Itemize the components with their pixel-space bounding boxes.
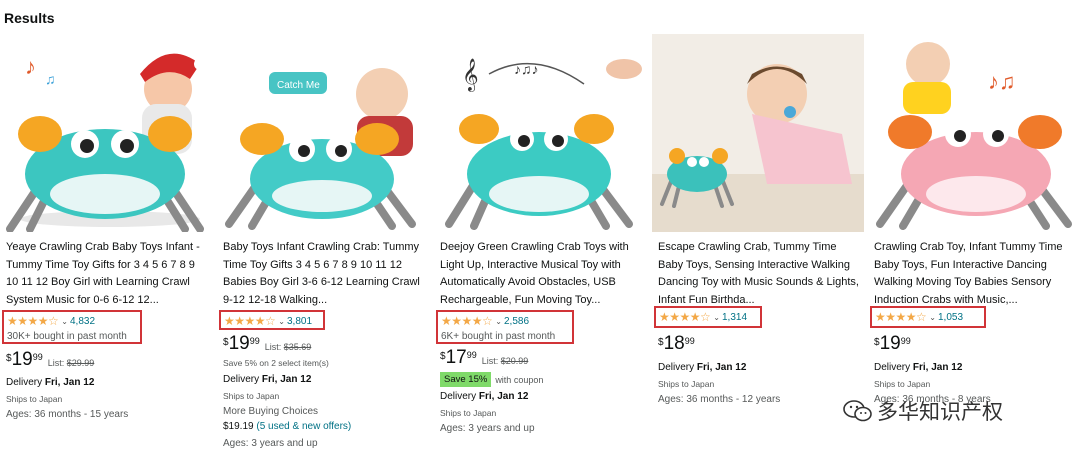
svg-text:𝄞: 𝄞	[462, 59, 479, 92]
price[interactable]: $ 17 99 List: $20.99	[440, 348, 528, 368]
product-card[interactable]: Escape Crawling Crab, Tummy Time Baby To…	[652, 34, 864, 461]
list-price: $35.69	[283, 342, 312, 352]
ships-to: Ships to Japan	[874, 379, 931, 389]
rating-highlight-box: ★★★★☆ ⌄ 2,586 6K+ bought in past month	[436, 310, 574, 344]
delivery-info: Delivery Fri, Jan 12	[6, 377, 95, 388]
watermark-text: 多华知识产权	[877, 400, 1003, 424]
ships-to: Ships to Japan	[6, 394, 63, 404]
product-title[interactable]: Baby Toys Infant Crawling Crab: Tummy Ti…	[223, 239, 427, 309]
product-image[interactable]: ♪ ♫	[0, 34, 212, 232]
list-price: $29.99	[66, 358, 95, 368]
age-range: Ages: 3 years and up	[440, 423, 535, 434]
rating-count-link[interactable]: 3,801	[287, 316, 312, 327]
age-range: Ages: 36 months - 15 years	[6, 409, 129, 420]
speech-bubble-text: Catch Me	[277, 80, 320, 91]
list-price: $20.99	[500, 356, 529, 366]
ships-to: Ships to Japan	[658, 379, 715, 389]
chevron-down-icon[interactable]: ⌄	[278, 317, 285, 326]
star-rating-icon[interactable]: ★★★★☆	[875, 310, 927, 324]
save-offer[interactable]: Save 5% on 2 select item(s)	[223, 358, 329, 368]
rating-count-link[interactable]: 1,314	[722, 312, 747, 323]
product-image[interactable]	[652, 34, 864, 232]
rating-highlight-box: ★★★★☆ ⌄ 1,053	[870, 306, 986, 328]
star-rating-icon[interactable]: ★★★★☆	[659, 310, 711, 324]
product-title[interactable]: Deejoy Green Crawling Crab Toys with Lig…	[440, 239, 644, 309]
age-range: Ages: 36 months - 12 years	[658, 394, 781, 405]
save-percent-badge[interactable]: Save 15%	[440, 372, 492, 387]
star-rating-icon[interactable]: ★★★★☆	[441, 314, 493, 328]
rating-highlight-box: ★★★★☆ ⌄ 4,832 30K+ bought in past month	[2, 310, 142, 344]
ships-to: Ships to Japan	[440, 408, 497, 418]
results-heading: Results	[4, 10, 55, 26]
age-range: Ages: 3 years and up	[223, 438, 318, 449]
rating-highlight-box: ★★★★☆ ⌄ 3,801	[219, 310, 325, 330]
product-title[interactable]: Yeaye Crawling Crab Baby Toys Infant - T…	[6, 239, 210, 309]
product-image[interactable]: Catch Me	[217, 34, 429, 232]
bought-in-past-month: 30K+ bought in past month	[7, 331, 127, 342]
product-card[interactable]: 𝄞 ♪♫♪ Deejoy Green Crawling Crab Toys wi…	[434, 34, 646, 461]
rating-count-link[interactable]: 1,053	[938, 312, 963, 323]
product-title[interactable]: Escape Crawling Crab, Tummy Time Baby To…	[658, 239, 862, 309]
price[interactable]: $ 19 99 List: $35.69	[223, 334, 311, 354]
chevron-down-icon[interactable]: ⌄	[713, 313, 720, 322]
star-rating-icon[interactable]: ★★★★☆	[7, 314, 59, 328]
watermark-logo: 多华知识产权	[843, 396, 1003, 426]
product-card[interactable]: Catch Me Baby Toys Infant Crawling Crab:…	[217, 34, 429, 461]
rating-count-link[interactable]: 2,586	[504, 316, 529, 327]
chevron-down-icon[interactable]: ⌄	[929, 313, 936, 322]
svg-text:♪♫♪: ♪♫♪	[514, 61, 539, 77]
product-image[interactable]: ♪♫	[868, 34, 1080, 232]
delivery-info: Delivery Fri, Jan 12	[658, 362, 747, 373]
wechat-icon	[843, 400, 872, 422]
offers-link[interactable]: (5 used & new offers)	[256, 421, 351, 432]
delivery-info: Delivery Fri, Jan 12	[874, 362, 963, 373]
product-card[interactable]: ♪ ♫ Yeaye Crawling Crab Baby Toys Infant…	[0, 34, 212, 461]
delivery-info: Delivery Fri, Jan 12	[440, 391, 529, 402]
price[interactable]: $ 18 99	[658, 334, 700, 354]
more-buying-choices: More Buying Choices	[223, 406, 319, 417]
delivery-info: Delivery Fri, Jan 12	[223, 374, 312, 385]
chevron-down-icon[interactable]: ⌄	[495, 317, 502, 326]
coupon-badge[interactable]: Save 15% with coupon	[440, 372, 543, 387]
product-image[interactable]: 𝄞 ♪♫♪	[434, 34, 646, 232]
rating-highlight-box: ★★★★☆ ⌄ 1,314	[654, 306, 762, 328]
product-title[interactable]: Crawling Crab Toy, Infant Tummy Time Bab…	[874, 239, 1078, 309]
price[interactable]: $ 19 99 List: $29.99	[6, 350, 94, 370]
svg-text:♪: ♪	[25, 54, 36, 79]
ships-to: Ships to Japan	[223, 391, 280, 401]
bought-in-past-month: 6K+ bought in past month	[441, 331, 556, 342]
svg-text:♪♫: ♪♫	[988, 69, 1016, 94]
rating-count-link[interactable]: 4,832	[70, 316, 95, 327]
offers-line[interactable]: $19.19 (5 used & new offers)	[223, 421, 351, 432]
star-rating-icon[interactable]: ★★★★☆	[224, 314, 276, 328]
chevron-down-icon[interactable]: ⌄	[61, 317, 68, 326]
price[interactable]: $ 19 99	[874, 334, 916, 354]
svg-text:♫: ♫	[45, 71, 56, 87]
